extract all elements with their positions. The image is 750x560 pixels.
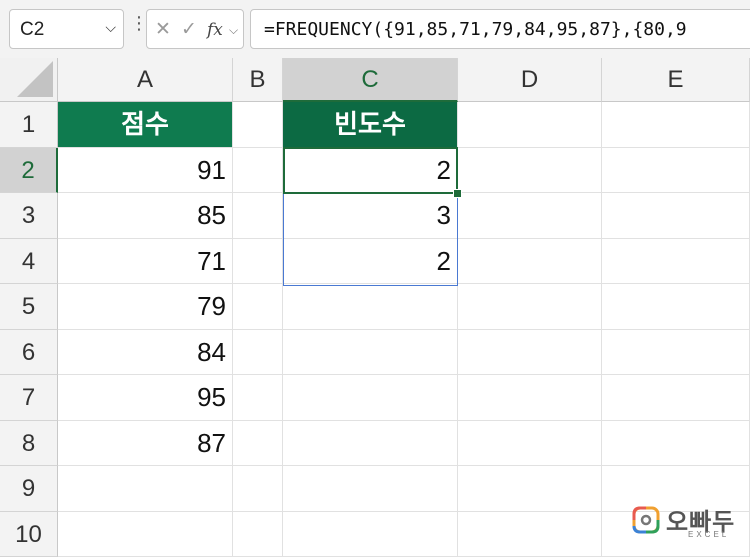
- cell-c1[interactable]: 빈도수: [283, 102, 458, 148]
- row-header-10[interactable]: 10: [0, 511, 58, 557]
- cell-e2[interactable]: [602, 147, 750, 193]
- cell-e8[interactable]: [602, 420, 750, 466]
- watermark-sub: EXCEL: [688, 530, 730, 539]
- cell-c8[interactable]: [283, 420, 458, 466]
- cell-b7[interactable]: [233, 375, 283, 421]
- row-header-4[interactable]: 4: [0, 238, 58, 284]
- cell-d5[interactable]: [458, 284, 602, 330]
- cell-d2[interactable]: [458, 147, 602, 193]
- cell-e1[interactable]: [602, 102, 750, 148]
- cell-e6[interactable]: [602, 329, 750, 375]
- cell-b8[interactable]: [233, 420, 283, 466]
- cell-b1[interactable]: [233, 102, 283, 148]
- cell-b3[interactable]: [233, 193, 283, 239]
- cell-d3[interactable]: [458, 193, 602, 239]
- cell-d1[interactable]: [458, 102, 602, 148]
- cell-c4[interactable]: 2: [283, 238, 458, 284]
- row-header-2[interactable]: 2: [0, 147, 58, 193]
- cell-e3[interactable]: [602, 193, 750, 239]
- cell-d8[interactable]: [458, 420, 602, 466]
- cell-a8[interactable]: 87: [58, 420, 233, 466]
- fill-handle[interactable]: [453, 189, 462, 198]
- formula-buttons: ✕ ✓ fx ⌵: [146, 9, 244, 49]
- cell-a9[interactable]: [58, 466, 233, 512]
- row-header-5[interactable]: 5: [0, 284, 58, 330]
- cell-d4[interactable]: [458, 238, 602, 284]
- cell-d10[interactable]: [458, 511, 602, 557]
- cell-c6[interactable]: [283, 329, 458, 375]
- select-all-button[interactable]: [0, 58, 58, 102]
- cell-a4[interactable]: 71: [58, 238, 233, 284]
- cell-d7[interactable]: [458, 375, 602, 421]
- cell-c10[interactable]: [283, 511, 458, 557]
- cell-d9[interactable]: [458, 466, 602, 512]
- cell-b9[interactable]: [233, 466, 283, 512]
- row-header-7[interactable]: 7: [0, 375, 58, 421]
- oppadu-logo-icon: [632, 506, 660, 534]
- cell-c5[interactable]: [283, 284, 458, 330]
- cell-a1[interactable]: 점수: [58, 102, 233, 148]
- cell-b10[interactable]: [233, 511, 283, 557]
- cell-e7[interactable]: [602, 375, 750, 421]
- formula-bar-area: C2 ⌵ ⋮ ✕ ✓ fx ⌵ =FREQUENCY({91,85,71,79,…: [0, 0, 750, 59]
- cell-a5[interactable]: 79: [58, 284, 233, 330]
- cell-a7[interactable]: 95: [58, 375, 233, 421]
- cell-c9[interactable]: [283, 466, 458, 512]
- formula-text: =FREQUENCY({91,85,71,79,84,95,87},{80,9: [264, 19, 687, 40]
- row-header-3[interactable]: 3: [0, 193, 58, 239]
- cell-b2[interactable]: [233, 147, 283, 193]
- column-header-a[interactable]: A: [58, 58, 233, 102]
- cell-b4[interactable]: [233, 238, 283, 284]
- cell-a6[interactable]: 84: [58, 329, 233, 375]
- watermark-logo: 오빠두 EXCEL: [632, 500, 742, 548]
- chevron-down-icon[interactable]: ⌵: [229, 23, 238, 38]
- row-header-9[interactable]: 9: [0, 466, 58, 512]
- name-box[interactable]: C2 ⌵: [9, 9, 124, 49]
- cell-a10[interactable]: [58, 511, 233, 557]
- cell-a2[interactable]: 91: [58, 147, 233, 193]
- cell-d6[interactable]: [458, 329, 602, 375]
- cell-c3[interactable]: 3: [283, 193, 458, 239]
- formula-input[interactable]: =FREQUENCY({91,85,71,79,84,95,87},{80,9: [250, 9, 750, 49]
- row-header-6[interactable]: 6: [0, 329, 58, 375]
- row-header-8[interactable]: 8: [0, 420, 58, 466]
- enter-check-icon[interactable]: ✓: [181, 18, 197, 41]
- cell-c7[interactable]: [283, 375, 458, 421]
- cell-c2[interactable]: 2: [283, 147, 458, 193]
- column-header-d[interactable]: D: [458, 58, 602, 102]
- cell-b5[interactable]: [233, 284, 283, 330]
- name-box-value: C2: [20, 19, 45, 40]
- cell-a3[interactable]: 85: [58, 193, 233, 239]
- chevron-down-icon[interactable]: ⌵: [105, 19, 116, 36]
- row-header-1[interactable]: 1: [0, 102, 58, 148]
- cancel-icon[interactable]: ✕: [155, 18, 171, 41]
- column-header-e[interactable]: E: [602, 58, 750, 102]
- column-header-b[interactable]: B: [233, 58, 283, 102]
- column-header-c[interactable]: C: [283, 58, 458, 102]
- cell-b6[interactable]: [233, 329, 283, 375]
- cell-e4[interactable]: [602, 238, 750, 284]
- cell-e5[interactable]: [602, 284, 750, 330]
- insert-function-icon[interactable]: fx: [207, 20, 223, 40]
